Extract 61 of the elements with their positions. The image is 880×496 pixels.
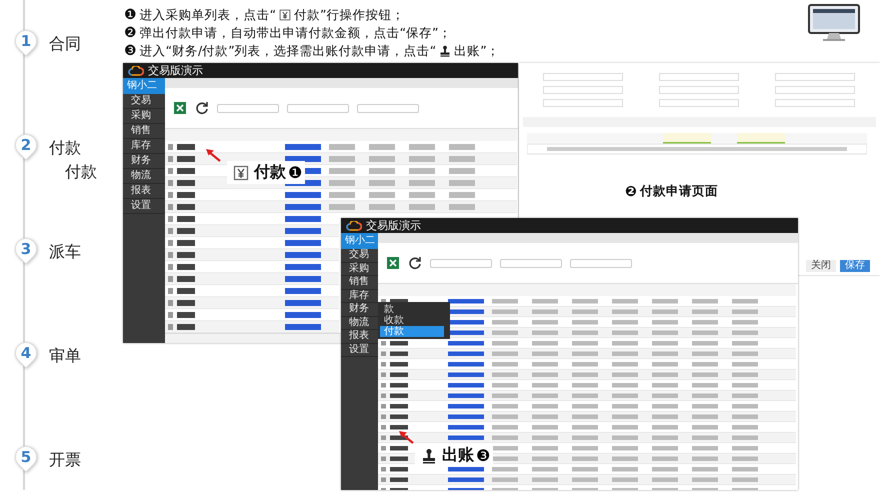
spreadsheet-icon: [173, 101, 187, 115]
input-field[interactable]: [543, 86, 623, 94]
step-label: 审单: [49, 346, 81, 366]
step-label: 派车: [49, 242, 81, 262]
input-field[interactable]: [217, 104, 279, 112]
document-currency-icon: [233, 164, 249, 180]
step-marker: ❶: [288, 163, 302, 182]
step-sublabel: 付款: [65, 162, 97, 183]
input-field[interactable]: [357, 104, 419, 112]
step-marker: ❷: [625, 184, 637, 200]
close-button[interactable]: 关闭: [806, 260, 836, 272]
input-field[interactable]: [287, 104, 349, 112]
instruction-text: 付款”行操作按钮；: [294, 6, 405, 24]
cloud-logo-icon: [128, 66, 144, 76]
step-number: 3: [12, 236, 40, 268]
step-label: 开票: [49, 450, 81, 470]
arrow-icon: [398, 430, 414, 444]
step-label: 付款: [49, 138, 82, 158]
instruction-text: 进入“财务/付款”列表，选择需出账付款申请，点击“: [140, 42, 436, 60]
submenu-item[interactable]: 收款: [378, 315, 450, 326]
callout-label: 付款: [254, 162, 286, 183]
stamp-icon: [439, 45, 452, 57]
instruction-text: 进入采购单列表，点击“: [140, 6, 276, 24]
callout-label: 出账: [442, 445, 474, 466]
input-field[interactable]: [775, 86, 855, 94]
arrow-icon: [205, 148, 221, 162]
user-menu-item[interactable]: 钢小二: [341, 233, 378, 249]
input-field[interactable]: [775, 99, 855, 107]
step-label: 合同: [49, 34, 81, 54]
step-number: 2: [12, 132, 40, 164]
input-field[interactable]: [430, 258, 492, 268]
input-field[interactable]: [543, 99, 623, 107]
caption-text: 付款申请页面: [640, 183, 718, 200]
submenu-heading: 款: [383, 304, 395, 315]
input-field[interactable]: [775, 73, 855, 81]
monitor-icon: [808, 4, 860, 42]
input-field[interactable]: [543, 73, 623, 81]
refresh-icon: [408, 256, 422, 270]
app-title: 交易版演示: [148, 63, 203, 78]
step-marker: ❷: [124, 24, 137, 42]
step-number: 5: [12, 444, 40, 476]
refresh-icon: [195, 101, 209, 115]
step-number: 1: [12, 28, 40, 60]
input-field[interactable]: [659, 99, 739, 107]
document-currency-icon: [279, 9, 292, 21]
spreadsheet-icon: [386, 256, 400, 270]
instruction-text: 出账”；: [454, 42, 500, 60]
instruction-text: 弹出付款申请，自动带出申请付款金额，点击“保存”；: [140, 24, 452, 42]
step-marker: ❶: [124, 6, 137, 24]
cloud-logo-icon: [346, 220, 362, 230]
step-marker: ❸: [124, 42, 137, 60]
step-number: 4: [12, 340, 40, 372]
step-marker: ❸: [476, 446, 490, 465]
stamp-icon: [421, 448, 437, 464]
user-menu-item[interactable]: 钢小二: [123, 78, 165, 94]
input-field[interactable]: [659, 73, 739, 81]
input-field[interactable]: [659, 86, 739, 94]
input-field[interactable]: [570, 258, 632, 268]
save-button[interactable]: 保存: [840, 260, 870, 272]
input-field[interactable]: [500, 258, 562, 268]
app-title: 交易版演示: [366, 218, 421, 233]
